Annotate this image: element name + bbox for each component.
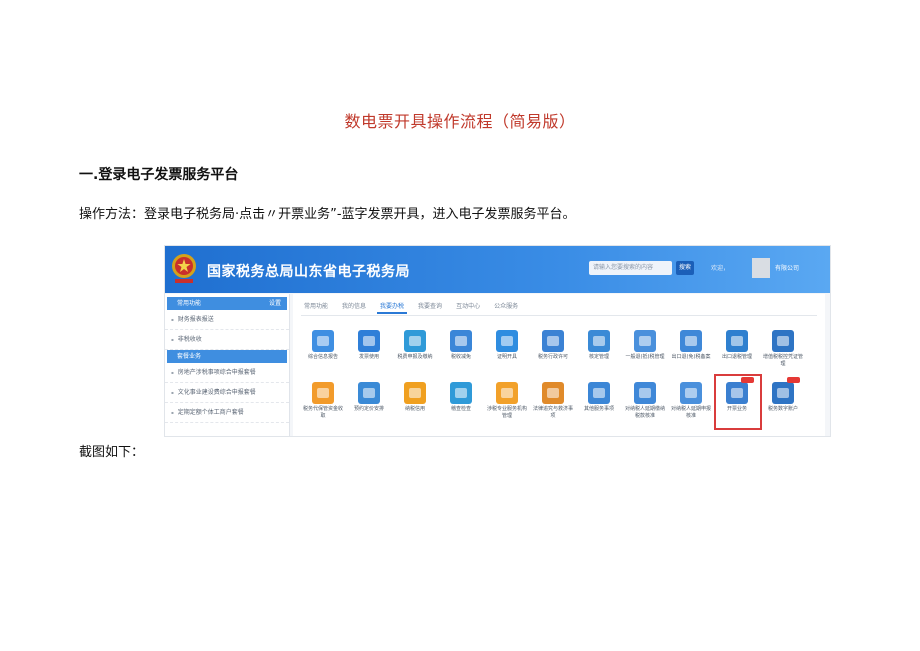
- service-tile[interactable]: 纳税信用: [395, 382, 435, 413]
- service-tile-label: 税务数字账户: [767, 406, 798, 412]
- service-tile[interactable]: 税务数字账户: [763, 377, 803, 413]
- tab-interaction[interactable]: 互动中心: [453, 300, 483, 314]
- service-tile[interactable]: 税收减免: [441, 330, 481, 361]
- sidebar-item[interactable]: 财务报表报送: [165, 310, 289, 330]
- avatar: [752, 258, 770, 278]
- service-tile[interactable]: 发票使用: [349, 330, 389, 361]
- service-tile-label: 纳税信用: [404, 406, 425, 412]
- service-tile-icon: [404, 330, 426, 352]
- service-tile-icon: [404, 382, 426, 404]
- service-tile-icon: [542, 330, 564, 352]
- service-tile-icon: [358, 330, 380, 352]
- service-tile-label: 核定管理: [588, 354, 609, 360]
- service-tile[interactable]: 核定管理: [579, 330, 619, 361]
- service-tile-icon: [450, 382, 472, 404]
- service-tile-label: 一般退(抵)税管理: [625, 354, 665, 360]
- welcome-text: 欢迎，: [711, 265, 730, 272]
- main-panel: 常用功能 我的信息 我要办税 我要查询 互动中心 公众服务 综合信息报告 发票使用…: [293, 294, 825, 436]
- sidebar-settings-link[interactable]: 设置: [269, 297, 281, 310]
- service-tile-label: 税务行政许可: [537, 354, 568, 360]
- service-tile-label: 对纳税人延期申报核准: [671, 406, 712, 419]
- service-tile[interactable]: 其他服务事项: [579, 382, 619, 413]
- search-button[interactable]: 搜索: [676, 261, 694, 275]
- service-tile-icon: [634, 330, 656, 352]
- service-tile-label: 综合信息报告: [307, 354, 338, 360]
- screenshot-caption: 截图如下：: [79, 445, 145, 460]
- service-tile-icon: [588, 382, 610, 404]
- service-tile-label: 发票使用: [358, 354, 379, 360]
- service-tile-label: 出口退税管理: [721, 354, 752, 360]
- service-tile[interactable]: 增值税税控凭证管理: [763, 330, 803, 368]
- service-tile-icon: [588, 330, 610, 352]
- service-tile-label: 其他服务事项: [583, 406, 614, 412]
- service-tile-label: 对纳税人延期缴纳税款核准: [625, 406, 666, 419]
- service-tile[interactable]: 税务行政许可: [533, 330, 573, 361]
- service-tile-icon: [312, 330, 334, 352]
- service-tile-label: 预约定价安排: [353, 406, 384, 412]
- tab-divider: [301, 315, 817, 316]
- sidebar-header-label: 常用功能: [177, 300, 202, 307]
- embedded-screenshot: 国家税务总局山东省电子税务局 请输入您要搜索的内容 搜索 欢迎， 有限公司 常用…: [164, 245, 831, 437]
- service-tile-label: 稽查检查: [450, 406, 471, 412]
- site-title: 国家税务总局山东省电子税务局: [207, 264, 410, 280]
- service-tile-icon: [680, 382, 702, 404]
- service-tile-icon: [450, 330, 472, 352]
- service-tile-label: 法律追究与救济事项: [533, 406, 574, 419]
- service-tile-label: 增值税税控凭证管理: [763, 354, 804, 367]
- sidebar-item[interactable]: 定期定额个体工商户套餐: [165, 403, 289, 423]
- operation-method-text: 操作方法：登录电子税务局·点击〃开票业务”-蓝字发票开具，进入电子发票服务平台。: [79, 207, 576, 222]
- search-input[interactable]: 请输入您要搜索的内容: [589, 261, 672, 275]
- service-tile[interactable]: 稽查检查: [441, 382, 481, 413]
- service-tile-icon: [496, 330, 518, 352]
- service-tile-icon: [358, 382, 380, 404]
- service-tile-icon: [496, 382, 518, 404]
- highlight-box: [714, 374, 762, 430]
- service-tile-label: 证明开具: [496, 354, 517, 360]
- service-tile[interactable]: 证明开具: [487, 330, 527, 361]
- sidebar: 常用功能 设置 财务报表报送 非税收收 套餐业务 房地产涉税事项综合申报套餐 文…: [165, 294, 290, 436]
- service-tile-icon: [312, 382, 334, 404]
- national-emblem-icon: [172, 254, 196, 283]
- sidebar-item[interactable]: 文化事业建设费综合申报套餐: [165, 383, 289, 403]
- tab-my-info[interactable]: 我的信息: [339, 300, 369, 314]
- new-badge-icon: [787, 377, 800, 383]
- service-tile-icon: [726, 330, 748, 352]
- service-tile-icon: [634, 382, 656, 404]
- service-tile[interactable]: 预约定价安排: [349, 382, 389, 413]
- service-tile[interactable]: 法律追究与救济事项: [533, 382, 573, 420]
- service-tile-label: 税务代保管资金收取: [303, 406, 344, 419]
- service-tile[interactable]: 对纳税人延期申报核准: [671, 382, 711, 420]
- service-tile-icon: [772, 330, 794, 352]
- sidebar-header-common: 常用功能 设置: [167, 297, 287, 310]
- service-tile-icon: [680, 330, 702, 352]
- service-tile-icon: [772, 377, 800, 404]
- service-tile[interactable]: 一般退(抵)税管理: [625, 330, 665, 361]
- service-tile-label: 出口退(免)税备案: [671, 354, 711, 360]
- tab-bar: 常用功能 我的信息 我要办税 我要查询 互动中心 公众服务: [301, 300, 521, 314]
- service-tile[interactable]: 出口退税管理: [717, 330, 757, 361]
- service-tile[interactable]: 出口退(免)税备案: [671, 330, 711, 361]
- sidebar-item[interactable]: 非税收收: [165, 330, 289, 350]
- sidebar-header-packages: 套餐业务: [167, 350, 287, 363]
- site-header: 国家税务总局山东省电子税务局 请输入您要搜索的内容 搜索 欢迎， 有限公司: [165, 246, 830, 293]
- company-name[interactable]: 有限公司: [775, 263, 799, 272]
- tab-public-service[interactable]: 公众服务: [491, 300, 521, 314]
- document-title: 数电票开具操作流程（简易版）: [344, 112, 576, 131]
- service-tile-label: 税费申报及缴纳: [397, 354, 433, 360]
- service-tile[interactable]: 综合信息报告: [303, 330, 343, 361]
- service-tile[interactable]: 对纳税人延期缴纳税款核准: [625, 382, 665, 420]
- service-tile-label: 涉税专业服务机构管理: [487, 406, 528, 419]
- service-tile-label: 税收减免: [450, 354, 471, 360]
- tab-tax-handling[interactable]: 我要办税: [377, 300, 408, 314]
- service-tile[interactable]: 税务代保管资金收取: [303, 382, 343, 420]
- sidebar-item[interactable]: 房地产涉税事项综合申报套餐: [165, 363, 289, 383]
- service-tile[interactable]: 涉税专业服务机构管理: [487, 382, 527, 420]
- section-heading: 一.登录电子发票服务平台: [79, 167, 239, 183]
- tab-query[interactable]: 我要查询: [415, 300, 445, 314]
- service-tile-icon: [542, 382, 564, 404]
- tab-common[interactable]: 常用功能: [301, 300, 331, 314]
- service-tile[interactable]: 税费申报及缴纳: [395, 330, 435, 361]
